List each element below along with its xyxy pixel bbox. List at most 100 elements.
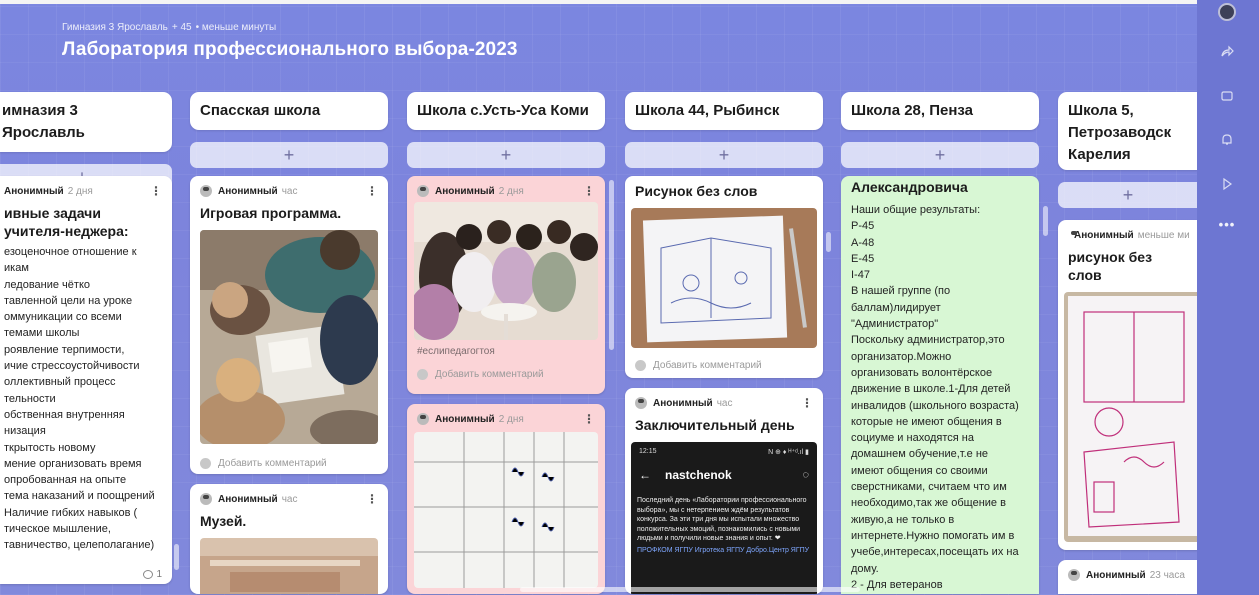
bell-icon[interactable] — [1215, 128, 1239, 152]
post-card[interactable]: Анонимный 2 дня ⋮ #еслипедагогтоя Добави… — [407, 176, 605, 394]
text-line: тавничество, целеполагание) — [4, 539, 155, 552]
photo-group-students — [414, 202, 598, 340]
post-card[interactable]: Рисунок без слов Добавить комментарий — [625, 176, 823, 378]
post-photo[interactable] — [414, 432, 598, 588]
column-scrollbar[interactable] — [1043, 206, 1048, 236]
copy-icon[interactable] — [1215, 84, 1239, 108]
add-post-button[interactable]: + — [841, 142, 1039, 168]
card-title: рисунок без слов — [1068, 249, 1153, 283]
post-photo[interactable] — [1064, 292, 1198, 542]
more-options-icon[interactable]: ⋮ — [366, 492, 378, 506]
avatar — [635, 359, 646, 371]
post-photo[interactable] — [631, 208, 817, 348]
post-card[interactable]: Анонимный 2 дня ⋮ — [407, 404, 605, 594]
add-post-button[interactable]: + — [1058, 182, 1198, 208]
phone-header: ← nastchenok ◌ — [631, 456, 817, 490]
more-icon[interactable]: ••• — [1215, 212, 1239, 236]
text-line: Р-45 — [851, 220, 875, 233]
add-comment-row[interactable]: Добавить комментарий — [625, 354, 823, 376]
add-post-button[interactable]: + — [407, 142, 605, 168]
add-comment-link[interactable]: Добавить комментарий — [435, 369, 544, 380]
photo-handwritten-table — [414, 432, 598, 588]
post-card[interactable]: Александровича Наши общие результаты: Р-… — [841, 176, 1039, 594]
text-line: Е-45 — [851, 252, 875, 265]
author-name: Анонимный — [218, 185, 278, 197]
card-text: Наши общие результаты: Р-45 А-48 Е-45 I-… — [841, 202, 1039, 593]
photo-drawing — [631, 208, 817, 348]
text-line: домашнем обучение,т.е не — [851, 448, 989, 461]
add-post-button[interactable]: + — [190, 142, 388, 168]
text-line: организатор.Можно — [851, 350, 952, 363]
post-time: 2 дня — [498, 185, 524, 197]
text-line: тавленной цели на уроке — [4, 294, 133, 307]
column-3: Школа с.Усть-Уса Коми + — [407, 92, 605, 168]
top-strip — [0, 0, 1259, 4]
card-title: Рисунок без слов — [635, 183, 758, 199]
column-5: Школа 28, Пенза + — [841, 92, 1039, 168]
user-avatar[interactable] — [1215, 0, 1239, 24]
text-line: оммуникации со всеми — [4, 311, 122, 324]
column-scrollbar[interactable] — [609, 180, 614, 350]
more-options-icon[interactable]: ⋮ — [150, 184, 162, 198]
text-line: учебе,интересах,посещать их на — [851, 546, 1019, 559]
post-card[interactable]: Анонимный 2 дня ⋮ ивные задачи учителя-н… — [0, 176, 172, 584]
add-comment-link[interactable]: Добавить комментарий — [653, 360, 762, 371]
more-options-icon[interactable]: ⋮ — [583, 412, 595, 426]
author-name: Анонимный — [435, 413, 495, 425]
play-icon[interactable] — [1215, 172, 1239, 196]
column-title[interactable]: Спасская школа — [190, 92, 388, 130]
more-options-icon[interactable]: ⋮ — [801, 396, 813, 410]
text-line: 2 - Для ветеранов — [851, 578, 943, 591]
add-comment-icon: ◌ — [802, 469, 809, 481]
phone-username: nastchenok — [665, 468, 732, 482]
add-comment-row[interactable]: Добавить комментарий — [407, 363, 605, 385]
more-options-icon[interactable]: ⋮ — [366, 184, 378, 198]
text-line: Наши общие результаты: — [851, 204, 981, 216]
phone-status-icons: N ⊕ ♦ ᴴ⁺ᵈ.ıl ▮ — [768, 449, 809, 456]
text-line: тема наказаний и поощрений — [4, 490, 155, 503]
column-title[interactable]: имназия 3 Ярославль — [0, 92, 172, 152]
column-title[interactable]: Школа с.Усть-Уса Коми — [407, 92, 605, 130]
post-card[interactable]: Анонимный час ⋮ Игровая программа. Добав… — [190, 176, 388, 474]
share-icon[interactable] — [1215, 40, 1239, 64]
text-line: ткрытость новому — [4, 441, 96, 454]
add-comment-row[interactable]: Добавить комментарий — [190, 452, 388, 474]
post-photo[interactable] — [200, 538, 378, 594]
comment-icon — [143, 570, 154, 579]
post-card[interactable]: Анонимный 23 часа — [1058, 560, 1198, 594]
column-scrollbar[interactable] — [174, 544, 179, 570]
post-card[interactable]: Анонимный час ⋮ Заключительный день 12:1… — [625, 388, 823, 594]
column-title[interactable]: Школа 44, Рыбинск — [625, 92, 823, 130]
more-options-icon[interactable]: ⋮ — [583, 184, 595, 198]
text-line: езоценочное отношение к — [4, 246, 137, 258]
post-card[interactable]: Анонимный час ⋮ Музей. — [190, 484, 388, 594]
post-hashtag[interactable]: #еслипедагогтоя — [407, 340, 605, 363]
phone-screenshot[interactable]: 12:15 N ⊕ ♦ ᴴ⁺ᵈ.ıl ▮ ← nastchenok ◌ Посл… — [631, 442, 817, 594]
text-line: сверстниками, считаем что им — [851, 481, 1007, 494]
card-author: Анонимный час ⋮ — [625, 388, 823, 410]
text-line: баллам)лидирует — [851, 301, 941, 314]
horizontal-scrollbar[interactable] — [520, 587, 860, 592]
text-line: тельности — [4, 392, 56, 405]
author-name: Анонимный — [1086, 569, 1146, 581]
text-line: В нашей группе (по — [851, 285, 951, 298]
column-scrollbar[interactable] — [826, 232, 831, 252]
right-toolbar: ••• — [1197, 0, 1259, 595]
text-line: низация — [4, 425, 46, 438]
post-photo[interactable] — [414, 202, 598, 340]
avatar — [200, 457, 211, 469]
text-line: которые не имеют общения в — [851, 415, 1002, 428]
board-likes: + 45 — [171, 22, 192, 33]
add-comment-link[interactable]: Добавить комментарий — [218, 458, 327, 469]
column-title[interactable]: Школа 28, Пенза — [841, 92, 1039, 130]
photo-museum — [200, 538, 378, 594]
board-title: Лаборатория профессионального выбора-202… — [62, 39, 518, 60]
comment-count[interactable]: 1 — [143, 569, 162, 580]
text-line: А-48 — [851, 236, 875, 249]
board-org[interactable]: Гимназия 3 Ярославль — [62, 22, 168, 33]
post-photo[interactable] — [200, 230, 378, 444]
post-card[interactable]: Анонимный меньше ми рисунок без слов Доб… — [1058, 220, 1198, 550]
post-time: меньше ми — [1137, 229, 1190, 241]
column-title[interactable]: Школа 5, Петрозаводск Карелия — [1058, 92, 1198, 170]
add-post-button[interactable]: + — [625, 142, 823, 168]
